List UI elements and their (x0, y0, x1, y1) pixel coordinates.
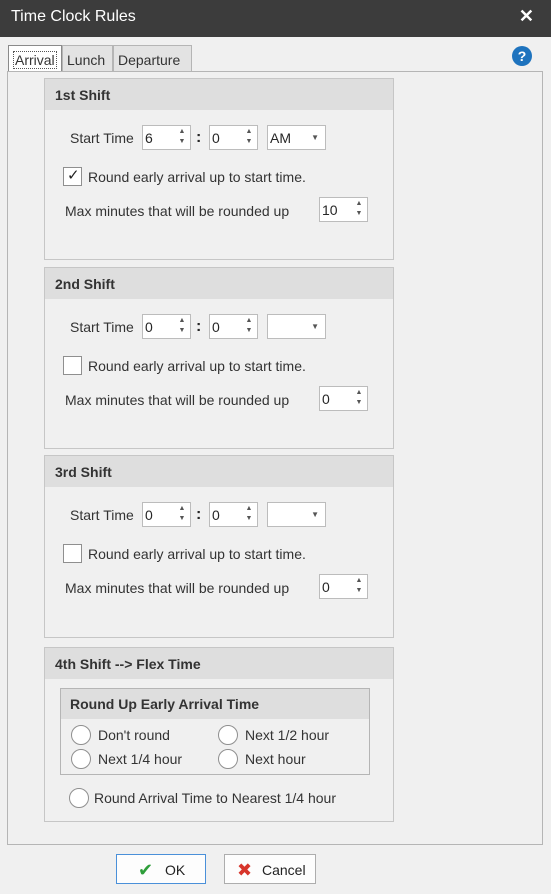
cancel-button-label: Cancel (262, 862, 306, 878)
spinner-arrows-icon[interactable]: ▲ ▼ (243, 127, 255, 148)
shift-2-max-spinner[interactable]: 0 ▲ ▼ (319, 386, 368, 411)
spinner-arrows-icon[interactable]: ▲ ▼ (353, 199, 365, 220)
flex-shift-title: 4th Shift --> Flex Time (45, 648, 393, 679)
radio-next-hour[interactable] (218, 749, 238, 769)
shift-1-round-checkbox[interactable]: ✓ (63, 167, 82, 186)
shift-3-ampm-select[interactable]: ▼ (267, 502, 326, 527)
ok-button-label: OK (165, 862, 186, 878)
shift-1-max-spinner[interactable]: 10 ▲ ▼ (319, 197, 368, 222)
time-separator: : (196, 129, 202, 146)
shift-3-round-label: Round early arrival up to start time. (88, 546, 306, 562)
tab-arrival[interactable]: Arrival (8, 45, 62, 73)
shift-3-minute-spinner[interactable]: 0 ▲ ▼ (209, 502, 258, 527)
shift-1-hour-value: 6 (145, 130, 153, 146)
round-up-early-title: Round Up Early Arrival Time (61, 689, 369, 719)
shift-2-title: 2nd Shift (45, 268, 393, 299)
radio-round-nearest-quarter[interactable] (69, 788, 89, 808)
spinner-arrows-icon[interactable]: ▲ ▼ (176, 127, 188, 148)
shift-1-max-label: Max minutes that will be rounded up (65, 203, 290, 219)
spinner-arrows-icon[interactable]: ▲ ▼ (353, 388, 365, 409)
cancel-x-icon: ✖ (237, 860, 253, 880)
shift-2-ampm-select[interactable]: ▼ (267, 314, 326, 339)
shift-3-hour-value: 0 (145, 507, 153, 523)
shift-2-start-time-label: Start Time (70, 319, 134, 335)
radio-next-half-hour[interactable] (218, 725, 238, 745)
shift-1-start-time-label: Start Time (70, 130, 134, 146)
shift-3-title: 3rd Shift (45, 456, 393, 487)
radio-next-half-hour-label: Next 1/2 hour (245, 727, 330, 743)
shift-2-hour-value: 0 (145, 319, 153, 335)
tab-arrival-label: Arrival (13, 51, 57, 69)
title-bar: Time Clock Rules ✕ (0, 0, 551, 37)
cancel-button[interactable]: ✖ Cancel (224, 854, 316, 884)
flex-shift-group: 4th Shift --> Flex Time Round Up Early A… (44, 647, 394, 822)
shift-2-minute-value: 0 (212, 319, 220, 335)
radio-round-nearest-quarter-label: Round Arrival Time to Nearest 1/4 hour (94, 790, 337, 806)
shift-1-title: 1st Shift (45, 79, 393, 110)
tab-departure-label: Departure (118, 52, 181, 68)
shift-1-ampm-select[interactable]: AM ▼ (267, 125, 326, 150)
shift-3-minute-value: 0 (212, 507, 220, 523)
chevron-down-icon[interactable]: ▼ (311, 510, 319, 519)
shift-1-minute-spinner[interactable]: 0 ▲ ▼ (209, 125, 258, 150)
spinner-arrows-icon[interactable]: ▲ ▼ (176, 316, 188, 337)
shift-3-round-checkbox[interactable] (63, 544, 82, 563)
tab-departure[interactable]: Departure (113, 45, 192, 72)
shift-3-max-label: Max minutes that will be rounded up (65, 580, 290, 596)
shift-2-minute-spinner[interactable]: 0 ▲ ▼ (209, 314, 258, 339)
shift-2-hour-spinner[interactable]: 0 ▲ ▼ (142, 314, 191, 339)
shift-3-group: 3rd Shift Start Time 0 ▲ ▼ : 0 ▲ ▼ ▼ Round… (44, 455, 394, 638)
shift-2-max-value: 0 (322, 391, 330, 407)
radio-next-quarter-hour-label: Next 1/4 hour (98, 751, 183, 767)
shift-1-minute-value: 0 (212, 130, 220, 146)
shift-2-max-label: Max minutes that will be rounded up (65, 392, 290, 408)
shift-2-round-checkbox[interactable] (63, 356, 82, 375)
checkmark-icon: ✔ (138, 860, 154, 880)
shift-3-max-spinner[interactable]: 0 ▲ ▼ (319, 574, 368, 599)
tab-lunch[interactable]: Lunch (62, 45, 113, 72)
radio-dont-round-label: Don't round (98, 727, 170, 743)
shift-1-hour-spinner[interactable]: 6 ▲ ▼ (142, 125, 191, 150)
spinner-arrows-icon[interactable]: ▲ ▼ (243, 504, 255, 525)
shift-1-round-label: Round early arrival up to start time. (88, 169, 306, 185)
ok-button[interactable]: ✔ OK (116, 854, 206, 884)
spinner-arrows-icon[interactable]: ▲ ▼ (176, 504, 188, 525)
shift-1-ampm-value: AM (270, 130, 291, 146)
round-up-early-group: Round Up Early Arrival Time Don't round … (60, 688, 370, 775)
shift-2-group: 2nd Shift Start Time 0 ▲ ▼ : 0 ▲ ▼ ▼ Round… (44, 267, 394, 449)
time-separator: : (196, 318, 202, 335)
close-icon[interactable]: ✕ (519, 6, 534, 27)
shift-3-start-time-label: Start Time (70, 507, 134, 523)
check-icon: ✓ (67, 167, 80, 184)
radio-next-hour-label: Next hour (245, 751, 306, 767)
tab-lunch-label: Lunch (67, 52, 106, 68)
window-title: Time Clock Rules (11, 8, 136, 25)
time-separator: : (196, 506, 202, 523)
radio-dont-round[interactable] (71, 725, 91, 745)
radio-next-quarter-hour[interactable] (71, 749, 91, 769)
shift-3-max-value: 0 (322, 579, 330, 595)
spinner-arrows-icon[interactable]: ▲ ▼ (243, 316, 255, 337)
shift-1-group: 1st Shift Start Time 6 ▲ ▼ : 0 ▲ ▼ AM ▼ ✓ … (44, 78, 394, 260)
shift-2-round-label: Round early arrival up to start time. (88, 358, 306, 374)
shift-3-hour-spinner[interactable]: 0 ▲ ▼ (142, 502, 191, 527)
chevron-down-icon[interactable]: ▼ (311, 322, 319, 331)
shift-1-max-value: 10 (322, 202, 338, 218)
help-icon[interactable]: ? (512, 46, 532, 66)
chevron-down-icon[interactable]: ▼ (311, 133, 319, 142)
spinner-arrows-icon[interactable]: ▲ ▼ (353, 576, 365, 597)
